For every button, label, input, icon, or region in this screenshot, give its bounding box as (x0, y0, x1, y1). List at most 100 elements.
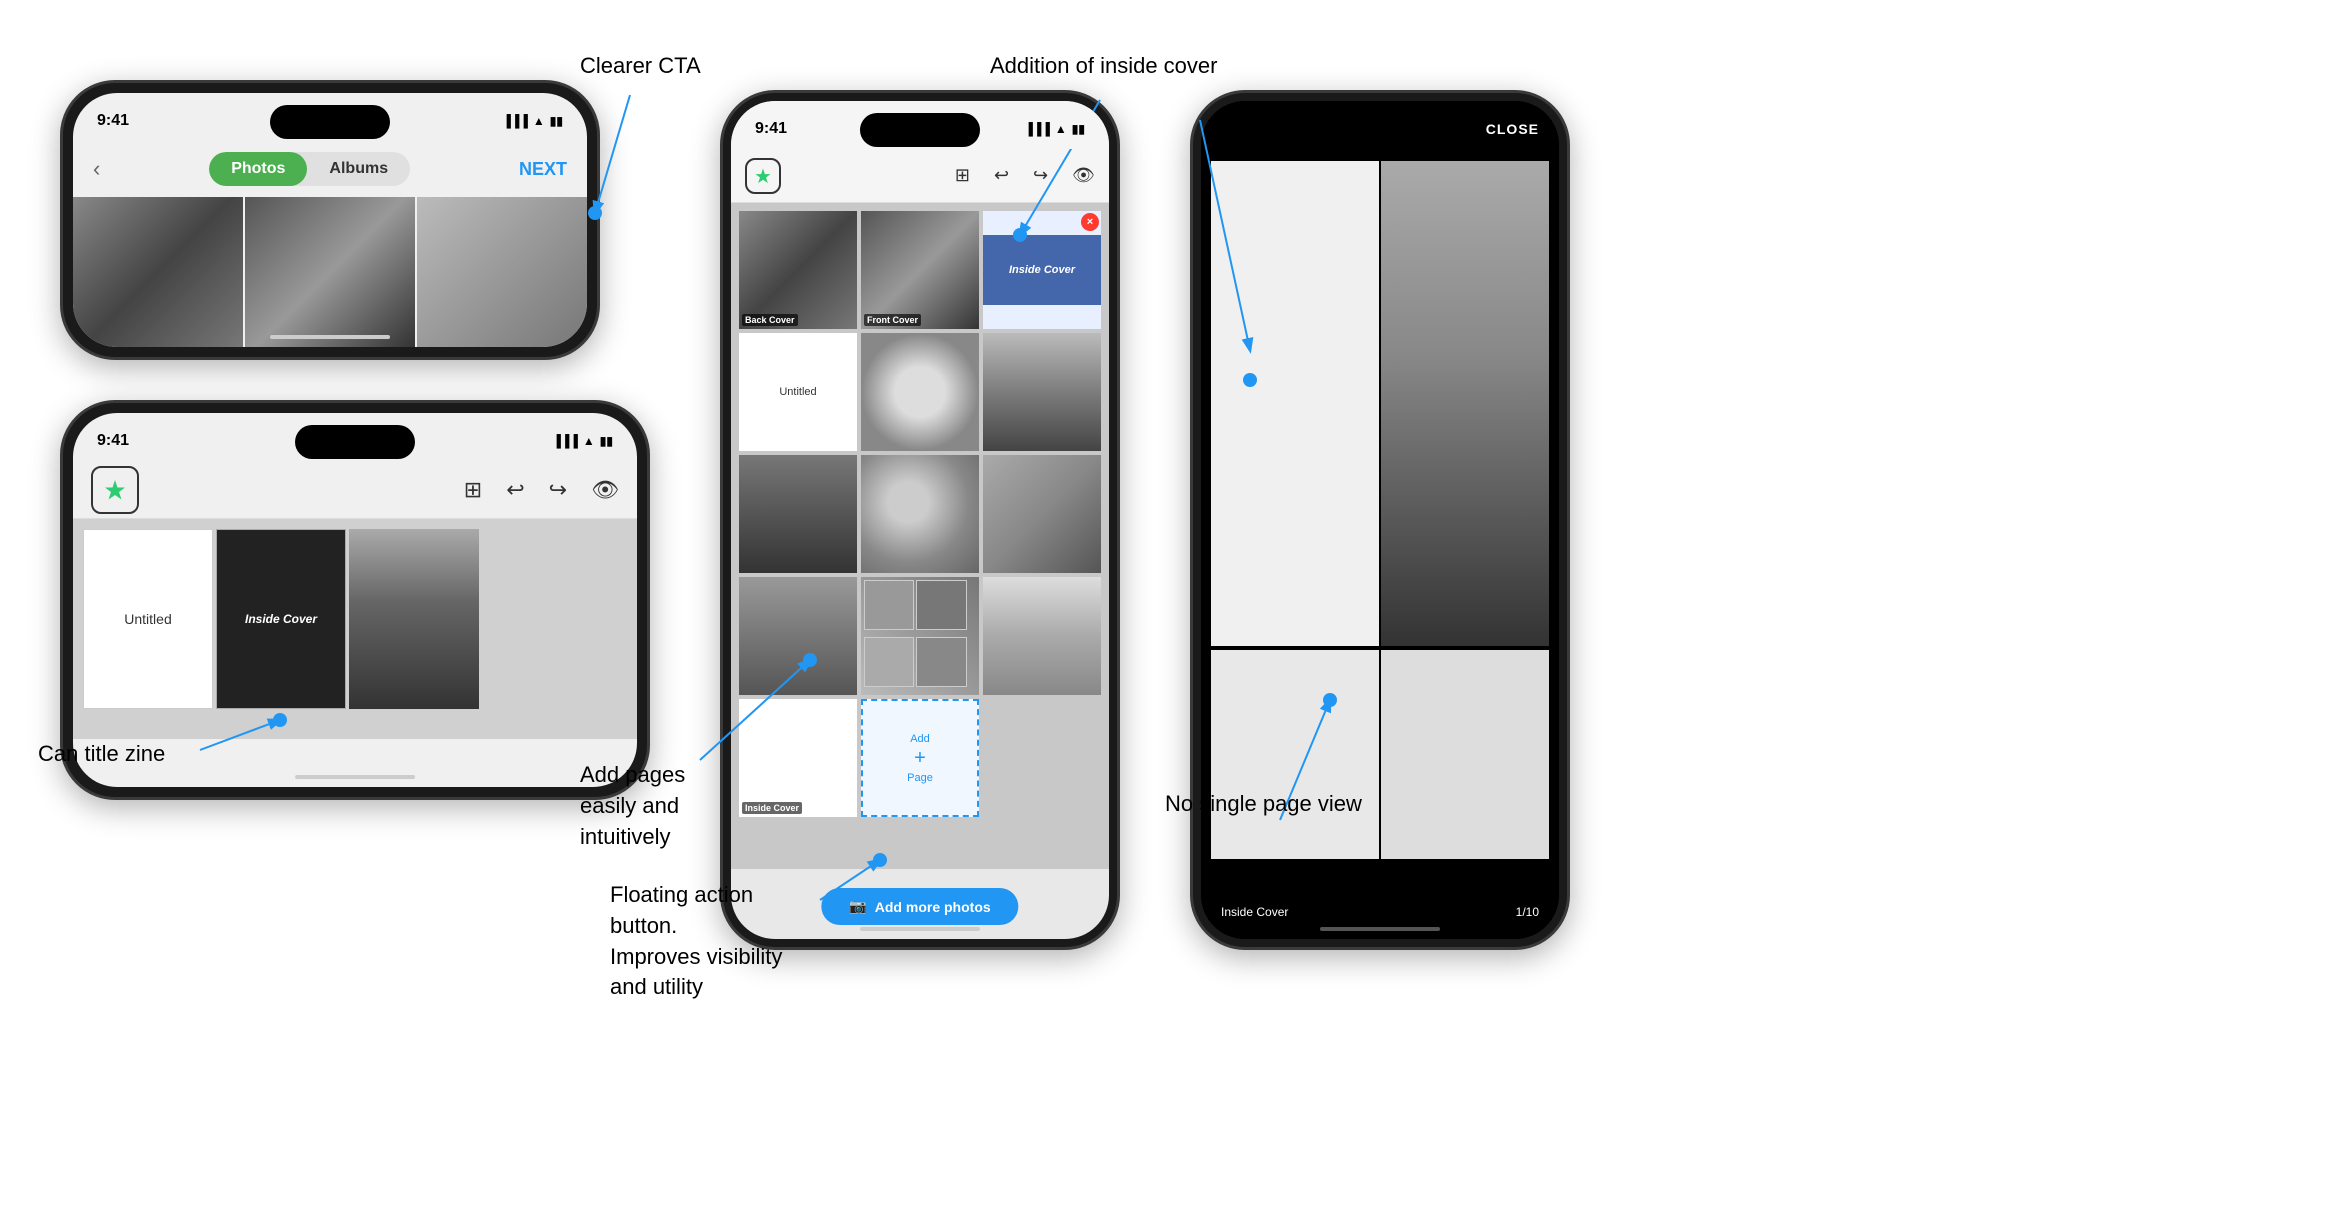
wifi-icon-3: ▲ (1055, 122, 1067, 136)
layout-icon[interactable]: ⊞ (464, 477, 482, 503)
preview-page-right[interactable] (1381, 161, 1549, 646)
tool-icons-group: ⊞ ↩ ↪ 👁 (464, 477, 619, 503)
layout-icon-3[interactable]: ⊞ (955, 165, 970, 186)
preview-page-left[interactable] (1211, 161, 1379, 646)
front-cover-label: Front Cover (864, 314, 921, 326)
redo-icon[interactable]: ↪ (549, 477, 567, 503)
photo-thumb-2[interactable] (245, 197, 415, 347)
wifi-icon-2: ▲ (583, 434, 595, 448)
editor-toolbar-3: ⊞ ↩ ↪ 👁 (731, 149, 1109, 203)
grid-coins[interactable] (861, 455, 979, 573)
close-button[interactable]: CLOSE (1486, 121, 1539, 137)
signal-icon-2: ▐▐▐ (552, 434, 578, 448)
home-indicator-2 (295, 775, 415, 779)
phone4-right-frame: CLOSE Inside Cover 1/10 (1190, 90, 1570, 950)
photo-thumb-3[interactable] (417, 197, 587, 347)
back-cover-label: Back Cover (742, 314, 798, 326)
eye-icon[interactable]: 👁 (591, 477, 619, 503)
home-indicator-4 (1320, 927, 1440, 931)
photos-grid (73, 197, 587, 347)
grid-circle-pattern[interactable] (861, 333, 979, 451)
time-3: 9:41 (755, 120, 787, 138)
phone3-center-frame: 9:41 ▐▐▐ ▲ ▮▮ ⊞ ↩ ↪ 👁 (720, 90, 1120, 950)
star-icon[interactable] (91, 466, 139, 514)
grid-untitled[interactable]: Untitled (739, 333, 857, 451)
add-plus-icon: + (914, 747, 926, 770)
editor-toolbar-2: ⊞ ↩ ↪ 👁 (73, 461, 637, 519)
wifi-icon: ▲ (533, 114, 545, 128)
phone3-screen: 9:41 ▐▐▐ ▲ ▮▮ ⊞ ↩ ↪ 👁 (731, 101, 1109, 939)
page-count-label: 1/10 (1516, 905, 1539, 919)
inside-cover-label: Inside Cover (217, 530, 345, 708)
preview-spread (1211, 161, 1549, 646)
grid-front-cover[interactable]: Front Cover (861, 211, 979, 329)
home-indicator-3 (860, 927, 980, 931)
pages-strip: Untitled Inside Cover (73, 519, 637, 739)
close-x-button[interactable]: × (1081, 213, 1099, 231)
star-icon-3[interactable] (745, 158, 781, 194)
time-1: 9:41 (97, 112, 129, 130)
untitled-label: Untitled (779, 386, 816, 398)
preview-content (1211, 161, 1549, 859)
signal-icon-3: ▐▐▐ (1024, 122, 1050, 136)
add-pages-label: Add pages easily and intuitively (580, 760, 740, 852)
battery-icon-2: ▮▮ (600, 434, 613, 448)
tool-icons-3: ⊞ ↩ ↪ 👁 (955, 165, 1095, 186)
redo-icon-3[interactable]: ↪ (1033, 165, 1048, 186)
can-title-zine-label: Can title zine (38, 740, 165, 769)
signal-icon: ▐▐▐ (502, 114, 528, 128)
status-icons-2: ▐▐▐ ▲ ▮▮ (552, 434, 613, 448)
preview-bottom-right[interactable] (1381, 650, 1549, 859)
page-untitled[interactable]: Untitled (83, 529, 213, 709)
page-label: Page (907, 772, 933, 784)
clearer-cta-label: Clearer CTA (580, 52, 701, 81)
preview-bottom-left[interactable] (1211, 650, 1379, 859)
phone1-screen: 9:41 ▐▐▐ ▲ ▮▮ ‹ Photos Albums NEXT (73, 93, 587, 347)
add-photos-label: Add more photos (875, 899, 991, 915)
add-page-button[interactable]: Add + Page (861, 699, 979, 817)
back-button[interactable]: ‹ (93, 156, 100, 182)
nav-bar: ‹ Photos Albums NEXT (73, 141, 587, 197)
preview-bottom-bar: Inside Cover 1/10 (1201, 905, 1559, 919)
preview-bottom-row (1211, 650, 1549, 859)
photo-thumb-1[interactable] (73, 197, 243, 347)
grid-landscape-1[interactable] (739, 455, 857, 573)
grid-mountain[interactable] (983, 333, 1101, 451)
notch-3 (860, 113, 980, 147)
segment-control[interactable]: Photos Albums (209, 152, 410, 186)
phone1-top-frame: 9:41 ▐▐▐ ▲ ▮▮ ‹ Photos Albums NEXT (60, 80, 600, 360)
add-photos-icon: 📷 (849, 898, 866, 915)
photos-tab[interactable]: Photos (209, 152, 307, 186)
battery-icon-3: ▮▮ (1072, 122, 1085, 136)
grid-cars[interactable] (739, 577, 857, 695)
battery-icon: ▮▮ (550, 114, 563, 128)
page-landscape[interactable] (349, 529, 479, 709)
page-untitled-label: Untitled (124, 611, 171, 627)
grid-people[interactable] (983, 455, 1101, 573)
grid-empty (983, 699, 1101, 817)
no-single-page-label: No single page view (1165, 790, 1362, 819)
eye-icon-3[interactable]: 👁 (1072, 165, 1095, 186)
notch-2 (295, 425, 415, 459)
albums-tab[interactable]: Albums (307, 152, 410, 186)
grid-inside-cover-top[interactable]: × Inside Cover (983, 211, 1101, 329)
add-more-photos-button[interactable]: 📷 Add more photos (821, 888, 1018, 925)
notch-1 (270, 105, 390, 139)
page-inside-cover[interactable]: Inside Cover (216, 529, 346, 709)
addition-inside-cover-label: Addition of inside cover (990, 52, 1217, 81)
next-button[interactable]: NEXT (519, 159, 567, 180)
status-icons-1: ▐▐▐ ▲ ▮▮ (502, 114, 563, 128)
phone2-screen: 9:41 ▐▐▐ ▲ ▮▮ ⊞ ↩ ↪ 👁 (73, 413, 637, 787)
grid-back-cover[interactable]: Back Cover (739, 211, 857, 329)
undo-icon-3[interactable]: ↩ (994, 165, 1009, 186)
status-icons-3: ▐▐▐ ▲ ▮▮ (1024, 122, 1085, 136)
undo-icon[interactable]: ↩ (506, 477, 524, 503)
pages-grid-main: Back Cover Front Cover × Inside Cover Un… (731, 203, 1109, 869)
grid-inside-cover-bottom[interactable]: Inside Cover (739, 699, 857, 817)
add-label: Add (910, 733, 930, 745)
grid-stamps[interactable] (861, 577, 979, 695)
inside-cover-preview-label: Inside Cover (1221, 905, 1288, 919)
time-2: 9:41 (97, 432, 129, 450)
floating-action-label: Floating action button.Improves visibili… (610, 880, 810, 1003)
grid-building[interactable] (983, 577, 1101, 695)
